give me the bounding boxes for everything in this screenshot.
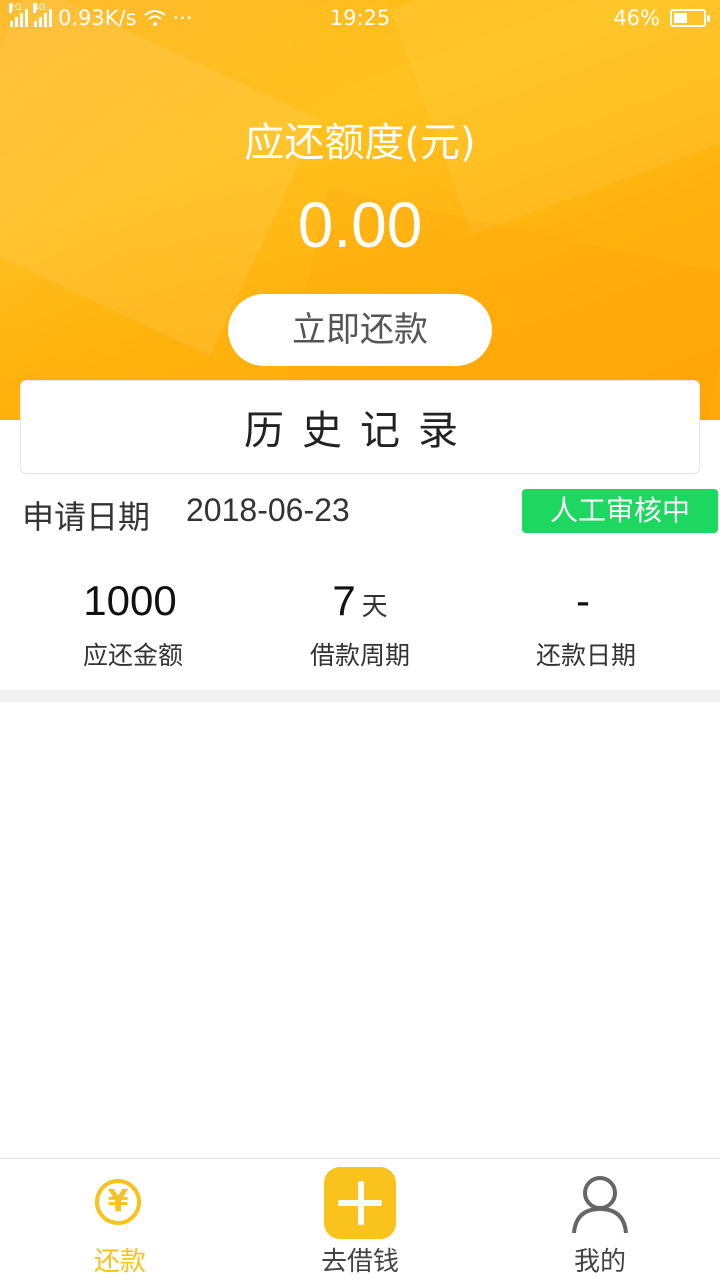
user-icon [572,1176,628,1234]
header-banner: 2G 4G 0.93K/s ··· 19:25 46% 应还额度(元) 0.00… [0,0,720,420]
bottom-nav: ¥ 还款 去借钱 我的 [0,1158,720,1280]
repay-amount-title: 应还额度(元) [244,120,476,166]
status-badge: 人工审核中 [522,489,718,533]
yen-icon: ¥ [95,1179,141,1225]
status-bar: 2G 4G 0.93K/s ··· 19:25 46% [0,0,720,38]
stat-repay-date: - 还款日期 [466,570,706,672]
nav-label: 还款 [93,1247,146,1277]
battery-percent: 46% [613,6,660,30]
apply-info-row: 申请日期 2018-06-23 人工审核中 [0,484,720,540]
stat-value: 1000 [83,577,177,624]
apply-date-label: 申请日期 [22,498,151,536]
nav-label: 去借钱 [320,1247,399,1277]
stat-loan-period: 7天 借款周期 [240,570,480,672]
section-divider [0,690,720,702]
nav-label: 我的 [573,1247,626,1277]
repay-now-button[interactable]: 立即还款 [228,294,492,366]
stat-label: 应还金额 [82,641,183,670]
clock: 19:25 [329,6,391,30]
nav-item-mine[interactable]: 我的 [480,1159,720,1281]
battery-icon [670,9,710,27]
stat-label: 借款周期 [309,641,410,670]
stat-unit: 天 [361,591,388,621]
repay-amount-value: 0.00 [297,189,423,261]
apply-date-value: 2018-06-23 [186,492,350,528]
nav-item-repay[interactable]: ¥ 还款 [0,1159,240,1281]
history-records-header[interactable]: 历史记录 [20,380,700,474]
stat-value: 7 [332,577,356,624]
stat-repay-amount: 1000 应还金额 [13,570,253,672]
stat-label: 还款日期 [535,641,636,670]
plus-icon [324,1167,396,1239]
nav-item-borrow[interactable]: 去借钱 [240,1159,480,1281]
stat-value: - [576,577,590,624]
loan-stats: 1000 应还金额 7天 借款周期 - 还款日期 [0,570,720,680]
